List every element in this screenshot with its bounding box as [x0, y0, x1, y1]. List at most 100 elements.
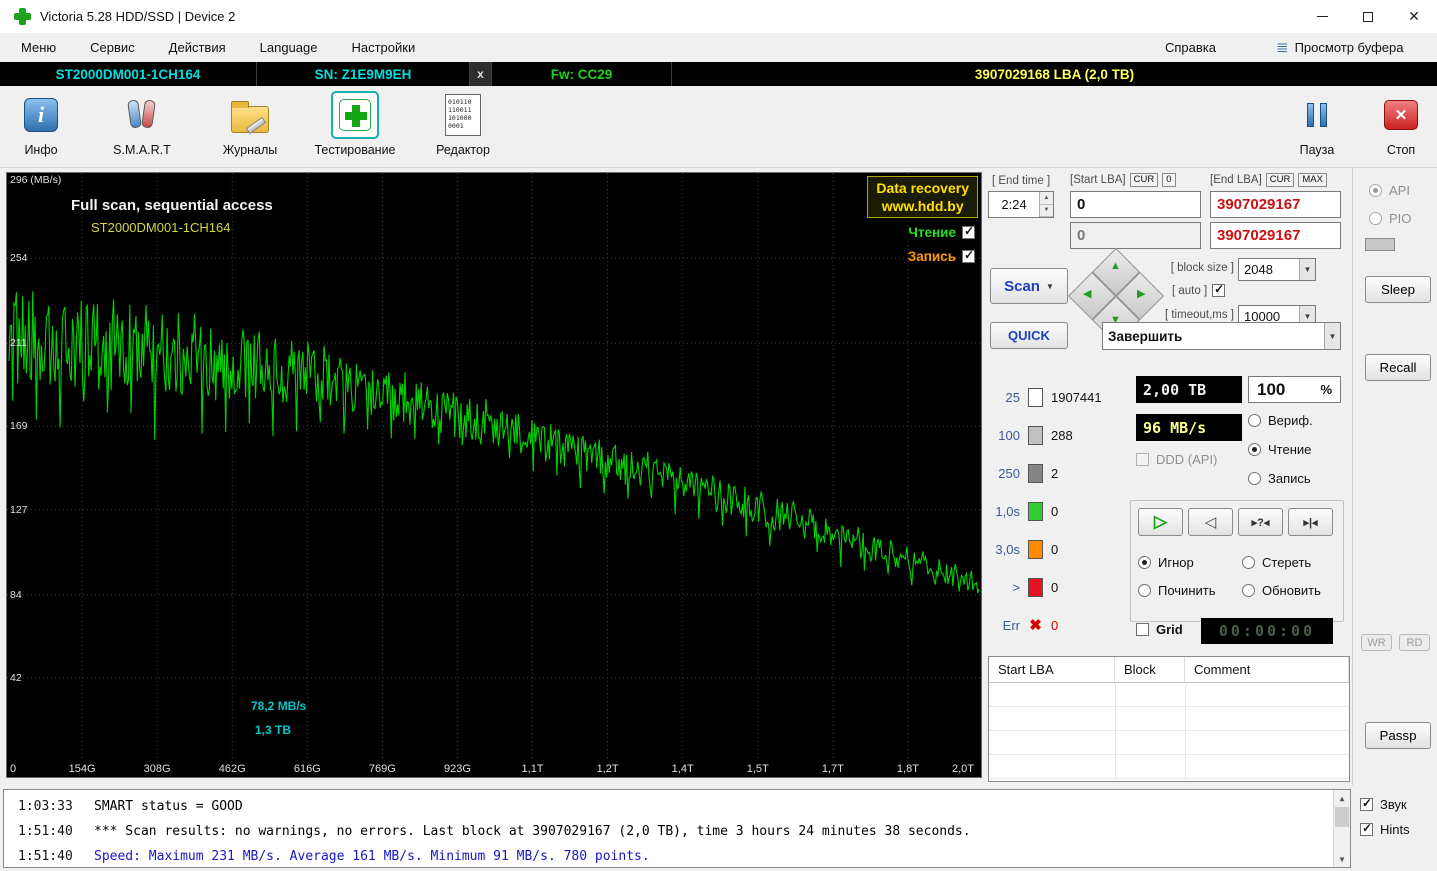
graph-annotations: 78,2 MB/s 1,3 TB	[7, 173, 981, 777]
hints-checkbox[interactable]	[1360, 821, 1373, 836]
start-lba-secondary-input[interactable]: 0	[1070, 222, 1201, 249]
action-radio-Починить[interactable]: Починить	[1138, 576, 1242, 604]
hints-option[interactable]: Hints	[1360, 821, 1410, 837]
toolbar-journals-button[interactable]: Журналы	[210, 90, 290, 157]
pause-label: Пауза	[1299, 143, 1335, 157]
step-back-button[interactable]: ◁	[1188, 508, 1233, 536]
pause-button[interactable]: Пауза	[1288, 90, 1346, 157]
log-timestamp: 1:51:40	[18, 849, 73, 864]
start-lba-cur-button[interactable]: CUR	[1129, 173, 1159, 187]
toolbar-info-button[interactable]: i Инфо	[10, 90, 72, 157]
stat-threshold-label: 250	[998, 465, 1020, 481]
grid-option[interactable]: Grid	[1136, 622, 1183, 637]
sound-option[interactable]: Звук	[1360, 796, 1410, 812]
info-icon: i	[24, 98, 58, 132]
sleep-button[interactable]: Sleep	[1365, 276, 1431, 303]
side-panel: API PIO Sleep Recall WR RD Passp	[1352, 168, 1437, 785]
maximize-icon	[1363, 11, 1373, 22]
stop-button[interactable]: ✕ Стоп	[1372, 90, 1430, 157]
radio-label: Чтение	[1268, 442, 1312, 457]
toolbar-testing-button[interactable]: Тестирование	[300, 90, 410, 157]
defect-table: Start LBA Block Comment	[988, 656, 1350, 782]
arrow-right-icon: ▶	[1137, 288, 1146, 300]
radio-label: Запись	[1268, 471, 1311, 486]
device-capacity: 3907029168 LBA (2,0 TB)	[974, 66, 1135, 82]
log-message: *** Scan results: no warnings, no errors…	[94, 824, 971, 839]
menu-item-5[interactable]: Настройки	[334, 33, 432, 62]
stat-row: >0	[988, 568, 1128, 606]
stat-color-swatch	[1028, 463, 1043, 483]
passp-button[interactable]: Passp	[1365, 722, 1431, 749]
toolbar-editor-button[interactable]: 010110 110011 101000 0001 Редактор	[424, 90, 502, 157]
start-scan-button[interactable]: ▷	[1138, 508, 1183, 536]
stat-row: 100 288	[988, 416, 1128, 454]
title-bar: Victoria 5.28 HDD/SSD | Device 2 ✕	[0, 0, 1437, 33]
scrollbar-thumb[interactable]	[1335, 807, 1349, 827]
mode-radio-Чтение[interactable]: Чтение	[1248, 435, 1313, 464]
action-radio-Игнор[interactable]: Игнор	[1138, 548, 1242, 576]
recall-button[interactable]: Recall	[1365, 354, 1431, 381]
jump-lba-button[interactable]: ▸?◂	[1238, 508, 1283, 536]
start-lba-input[interactable]: 0	[1070, 191, 1201, 218]
menu-item-1[interactable]: Меню	[4, 33, 73, 62]
toolbar: i Инфо S.M.A.R.T Журналы Тестирование 01…	[0, 86, 1437, 168]
grid-checkbox[interactable]	[1136, 623, 1149, 636]
percent-sign: %	[1320, 382, 1332, 397]
end-lba-input[interactable]: 3907029167	[1210, 191, 1341, 218]
menu-item-4[interactable]: Language	[243, 33, 335, 62]
api-radio[interactable]: API	[1369, 176, 1410, 205]
stat-threshold-label: >	[1012, 579, 1020, 595]
wr-button[interactable]: WR	[1361, 634, 1392, 651]
scroll-up-icon[interactable]: ▲	[1334, 790, 1350, 806]
defect-column-header[interactable]: Start LBA	[989, 657, 1115, 682]
minimize-button[interactable]	[1299, 0, 1345, 33]
stat-count-value: 0	[1051, 541, 1059, 557]
play-icon: ▷	[1153, 512, 1168, 531]
device-close-button[interactable]: x	[470, 62, 492, 86]
end-lba-max-button[interactable]: MAX	[1298, 173, 1327, 187]
start-lba-zero-button[interactable]: 0	[1162, 173, 1176, 187]
jump-question-icon: ▸?◂	[1251, 516, 1270, 529]
stat-color-swatch	[1028, 425, 1043, 445]
finish-action-select[interactable]: Завершить ▼	[1102, 322, 1341, 350]
menu-item-2[interactable]: Сервис	[73, 33, 152, 62]
stat-color-swatch	[1028, 577, 1043, 597]
pio-radio[interactable]: PIO	[1369, 204, 1411, 233]
menu-item-3[interactable]: Действия	[152, 33, 243, 62]
buffer-view-button[interactable]: ≣ Просмотр буфера	[1276, 33, 1403, 62]
defect-column-header[interactable]: Block	[1115, 657, 1185, 682]
ddd-checkbox[interactable]	[1136, 453, 1149, 466]
mode-radio-Вериф.[interactable]: Вериф.	[1248, 406, 1313, 435]
radio-icon	[1248, 443, 1261, 456]
scroll-down-icon[interactable]: ▼	[1334, 851, 1350, 867]
error-cross-icon: ✖	[1029, 617, 1042, 634]
action-radio-Стереть[interactable]: Стереть	[1242, 548, 1346, 576]
radio-icon	[1369, 184, 1382, 197]
auto-checkbox[interactable]	[1212, 282, 1226, 297]
radio-icon	[1248, 472, 1261, 485]
log-scrollbar[interactable]: ▲ ▼	[1333, 790, 1350, 867]
toolbar-smart-button[interactable]: S.M.A.R.T	[102, 90, 182, 157]
end-lba-label: [End LBA]	[1210, 174, 1262, 186]
radio-label: Стереть	[1262, 554, 1312, 570]
rd-button[interactable]: RD	[1399, 634, 1430, 651]
block-size-select[interactable]: 2048 ▼	[1238, 258, 1316, 281]
spinner-arrows[interactable]: ▲ ▼	[1039, 192, 1053, 217]
ddd-option[interactable]: DDD (API)	[1136, 452, 1217, 467]
end-lba-cur-button[interactable]: CUR	[1265, 173, 1295, 187]
end-time-spinner[interactable]: 2:24 ▲ ▼	[988, 191, 1054, 218]
skip-button[interactable]: ▸|◂	[1288, 508, 1333, 536]
mode-radio-Запись[interactable]: Запись	[1248, 464, 1313, 493]
quick-button[interactable]: QUICK	[990, 322, 1068, 349]
menu-item-help[interactable]: Справка	[1157, 33, 1224, 62]
test-mode-radios: Вериф. Чтение Запись	[1248, 406, 1313, 493]
sound-checkbox[interactable]	[1360, 796, 1373, 811]
scan-mode-dropdown[interactable]: Scan ▼	[990, 268, 1068, 304]
maximize-button[interactable]	[1345, 0, 1391, 33]
action-radio-Обновить[interactable]: Обновить	[1242, 576, 1346, 604]
end-lba-secondary-input[interactable]: 3907029167	[1210, 222, 1341, 249]
close-button[interactable]: ✕	[1391, 0, 1437, 33]
pause-icon	[1307, 103, 1327, 127]
toolbar-info-label: Инфо	[24, 143, 58, 157]
defect-column-header[interactable]: Comment	[1185, 657, 1349, 682]
